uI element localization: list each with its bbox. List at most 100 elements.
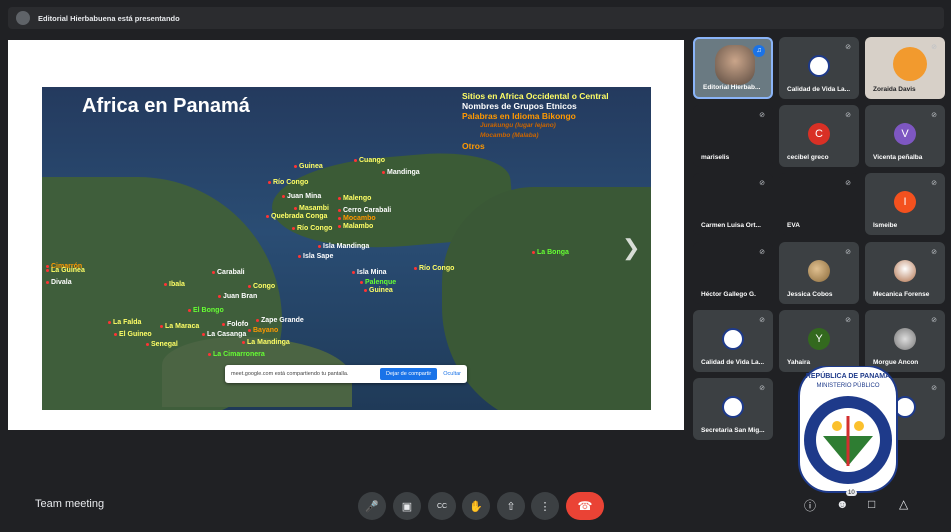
participant-tile[interactable]: ⊘ V Vicenta peñalba — [865, 105, 945, 167]
participant-name: Vicenta peñalba — [873, 154, 923, 161]
participant-name: Zoraida Davis — [873, 86, 916, 93]
participant-name: Secretaria San Mig... — [701, 427, 765, 434]
participant-tile[interactable]: ⊘ EVA — [779, 173, 859, 235]
institute-seal-logo: REPÚBLICA DE PANAMÁ MINISTERIO PÚBLICO — [798, 366, 898, 493]
map-label: Folofo — [222, 321, 248, 328]
microphone-button[interactable]: 🎤 — [358, 492, 386, 520]
captions-icon: CC — [436, 502, 448, 510]
slide: Africa en Panamá Sitios en Africa Occide… — [42, 87, 651, 410]
map-label: La Falda — [108, 319, 141, 326]
map-label: Bayano — [248, 327, 278, 334]
hide-share-bar-link[interactable]: Ocultar — [443, 371, 461, 377]
more-vert-icon: ⋮ — [539, 500, 551, 513]
map-label: Guinea — [364, 287, 393, 294]
map-label: Juan Mina — [282, 193, 321, 200]
next-slide-arrow-icon[interactable]: ❯ — [622, 235, 640, 261]
participant-video — [715, 45, 755, 85]
more-options-button[interactable]: ⋮ — [531, 492, 559, 520]
participant-tile[interactable]: ⊘ Morgue Ancon — [865, 310, 945, 372]
mic-muted-icon: ⊘ — [931, 385, 937, 392]
participant-tile[interactable]: ⊘ C cecibel greco — [779, 105, 859, 167]
participant-name: Héctor Gallego G. — [701, 291, 756, 298]
hand-icon: ✋ — [469, 500, 483, 513]
avatar — [722, 328, 744, 350]
presentation-stage[interactable]: Africa en Panamá Sitios en Africa Occide… — [8, 40, 684, 430]
seal-line2: MINISTERIO PÚBLICO — [816, 382, 879, 389]
participant-tile[interactable]: ⊘ Carmen Luisa Ort... — [693, 173, 773, 235]
microphone-icon: 🎤 — [365, 500, 379, 513]
map-label: La Cimarronera — [208, 351, 265, 358]
stop-sharing-button[interactable]: Dejar de compartir — [380, 368, 438, 380]
map-label: El Guineo — [114, 331, 152, 338]
participant-tile[interactable]: ♫ Editorial Hierbab... — [693, 37, 773, 99]
leave-call-button[interactable]: ☎ — [566, 492, 604, 520]
raise-hand-button[interactable]: ✋ — [462, 492, 490, 520]
map-label: Guinea — [294, 163, 323, 170]
map-label: Ibala — [164, 281, 185, 288]
avatar — [894, 260, 916, 282]
participant-name: Morgue Ancon — [873, 359, 919, 366]
map-label: Quebrada Conga — [266, 213, 327, 220]
map-land — [442, 187, 651, 410]
legend-item: Otros — [462, 141, 485, 151]
mic-muted-icon: ⊘ — [845, 180, 851, 187]
map-label: Malengo — [338, 195, 371, 202]
participant-name: Calidad de Vida La... — [701, 359, 765, 366]
captions-button[interactable]: CC — [428, 492, 456, 520]
map-label: Cerro Carabali — [338, 207, 391, 214]
participant-tile[interactable]: ⊘ Y Yahaira — [779, 310, 859, 372]
map-label: Isla Sape — [298, 253, 333, 260]
map-label: Isla Mina — [352, 269, 387, 276]
map-label: Divala — [46, 279, 72, 286]
share-bar-text: meet.google.com está compartiendo tu pan… — [231, 371, 349, 377]
info-icon[interactable]: ⓘ — [804, 497, 816, 514]
participant-tile[interactable]: ⊘ Mecanica Forense — [865, 242, 945, 304]
mic-muted-icon: ⊘ — [759, 180, 765, 187]
people-icon[interactable]: ☻ — [836, 497, 849, 511]
mic-muted-icon: ⊘ — [931, 249, 937, 256]
participant-tile[interactable]: ⊘ Jessica Cobos — [779, 242, 859, 304]
map-label: La Guinea — [46, 267, 85, 274]
camera-button[interactable]: ▣ — [393, 492, 421, 520]
map-label: Congo — [248, 283, 275, 290]
mic-muted-icon: ⊘ — [759, 385, 765, 392]
hangup-icon: ☎ — [577, 499, 593, 513]
participant-tile[interactable]: ⊘ Calidad de Vida La... — [779, 37, 859, 99]
present-button[interactable]: ⇧ — [497, 492, 525, 520]
present-icon: ⇧ — [506, 500, 516, 513]
avatar — [808, 260, 830, 282]
participant-tile[interactable]: ⊘ Héctor Gallego G. — [693, 242, 773, 304]
presenter-avatar — [16, 11, 30, 25]
map-label: Mocambo — [338, 215, 376, 222]
legend-subitem: Mocambo (Malaba) — [480, 132, 539, 139]
participant-tile[interactable]: ⊘ I Ismeibe — [865, 173, 945, 235]
camera-icon: ▣ — [401, 500, 413, 513]
participant-photo — [893, 47, 927, 81]
map-label: Palenque — [360, 279, 396, 286]
participant-name: Ismeibe — [873, 222, 898, 229]
avatar — [722, 396, 744, 418]
map-label: Masambi — [294, 205, 329, 212]
mic-muted-icon: ⊘ — [931, 44, 937, 51]
map-label: El Bongo — [188, 307, 224, 314]
map-label: Carabali — [212, 269, 245, 276]
participant-name: Editorial Hierbab... — [703, 84, 761, 91]
legend-item: Sitios en Africa Occidental o Central — [462, 91, 609, 101]
map-label: Mandinga — [382, 169, 420, 176]
participant-tile[interactable]: ⊘ Calidad de Vida La... — [693, 310, 773, 372]
participant-name: mariselis — [701, 154, 730, 161]
seal-line1: REPÚBLICA DE PANAMÁ — [806, 371, 890, 380]
participant-tile[interactable]: ⊘ Zoraida Davis — [865, 37, 945, 99]
map-label: Río Congo — [292, 225, 332, 232]
map-label: Malambo — [338, 223, 373, 230]
activities-icon[interactable]: △ — [899, 497, 908, 511]
map-label: La Mandinga — [242, 339, 290, 346]
participant-tile[interactable]: ⊘ Secretaria San Mig... — [693, 378, 773, 440]
participant-tile[interactable]: ⊘ mariselis — [693, 105, 773, 167]
map-label: La Bonga — [532, 249, 569, 256]
screen-share-bar: meet.google.com está compartiendo tu pan… — [225, 365, 467, 383]
chat-icon[interactable]: □ — [868, 497, 875, 511]
mic-muted-icon: ⊘ — [931, 112, 937, 119]
mic-muted-icon: ⊘ — [845, 44, 851, 51]
map-label: Senegal — [146, 341, 178, 348]
